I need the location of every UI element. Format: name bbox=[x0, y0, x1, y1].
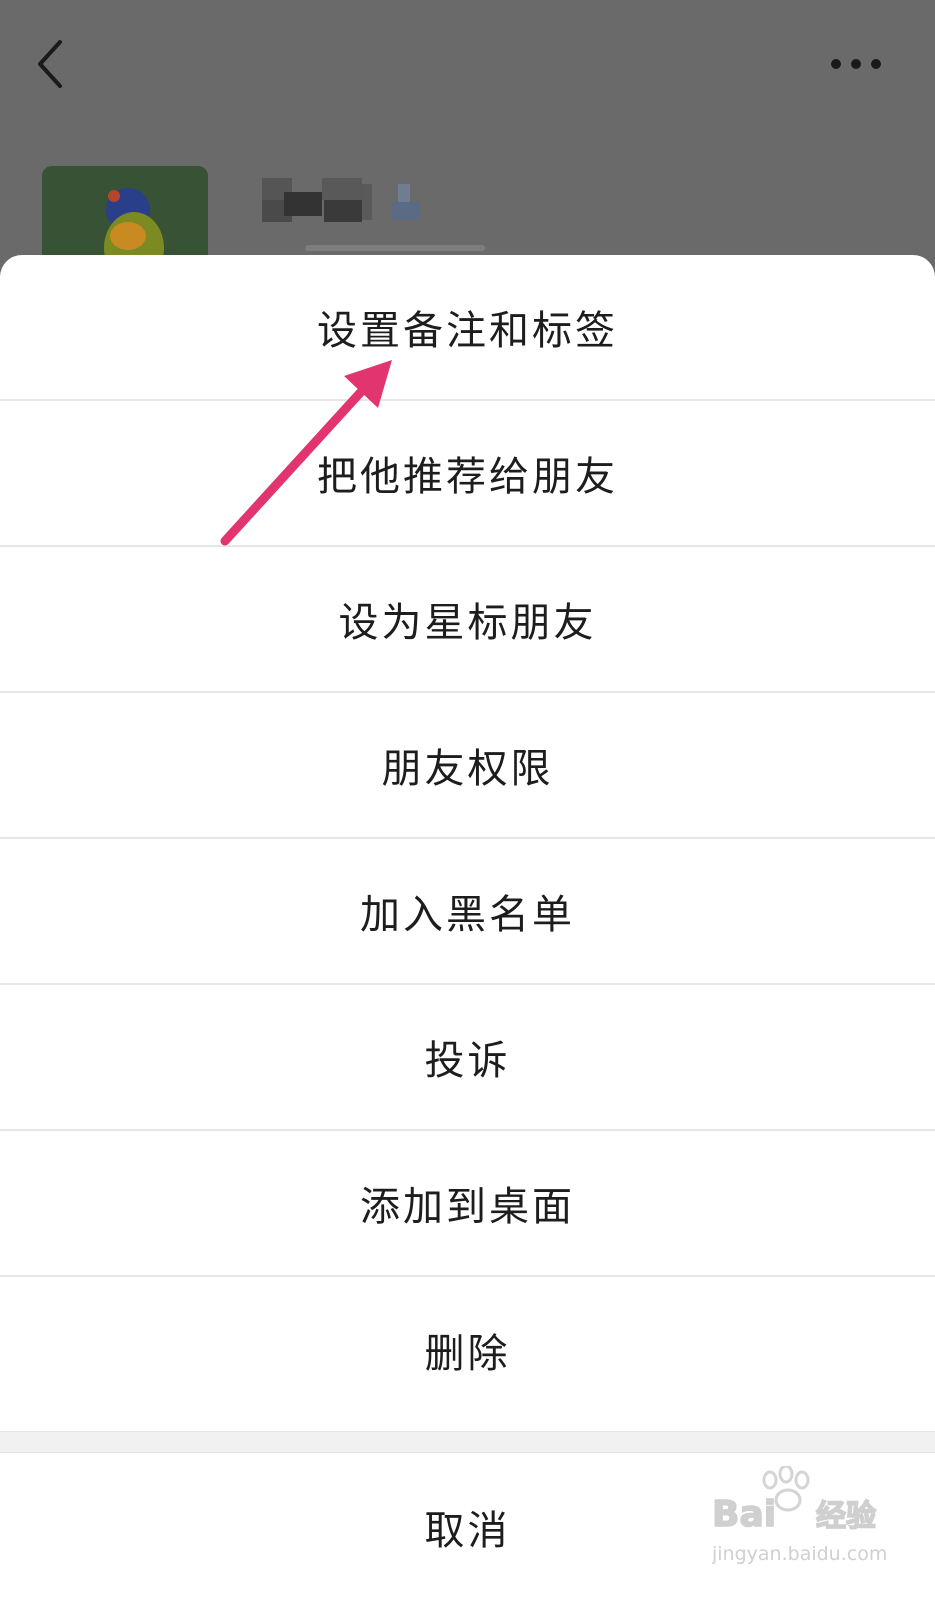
menu-item-add-to-desktop[interactable]: 添加到桌面 bbox=[0, 1131, 935, 1277]
watermark-brand: Bai bbox=[712, 1494, 776, 1535]
back-button[interactable] bbox=[28, 36, 76, 92]
screen: 设置备注和标签 把他推荐给朋友 设为星标朋友 朋友权限 加入黑名单 投诉 添加到… bbox=[0, 0, 935, 1600]
blurred-nickname bbox=[262, 170, 442, 236]
sheet-divider-gap bbox=[0, 1431, 935, 1453]
menu-item-add-to-blacklist[interactable]: 加入黑名单 bbox=[0, 839, 935, 985]
menu-item-delete[interactable]: 删除 bbox=[0, 1277, 935, 1423]
blurred-subtitle bbox=[305, 245, 485, 251]
menu-item-friend-permissions[interactable]: 朋友权限 bbox=[0, 693, 935, 839]
menu-item-set-remark-and-tags[interactable]: 设置备注和标签 bbox=[0, 255, 935, 401]
watermark-brand2: 经验 bbox=[816, 1499, 876, 1534]
back-arrow-icon bbox=[38, 40, 62, 88]
menu-item-set-star-friend[interactable]: 设为星标朋友 bbox=[0, 547, 935, 693]
menu-item-complain[interactable]: 投诉 bbox=[0, 985, 935, 1131]
watermark-url: jingyan.baidu.com bbox=[712, 1543, 887, 1565]
more-button[interactable] bbox=[830, 44, 894, 84]
menu-item-recommend-to-friend[interactable]: 把他推荐给朋友 bbox=[0, 401, 935, 547]
more-dots-icon bbox=[831, 59, 881, 69]
baidu-jingyan-watermark: Bai 经验 jingyan.baidu.com bbox=[711, 1464, 892, 1576]
action-sheet: 设置备注和标签 把他推荐给朋友 设为星标朋友 朋友权限 加入黑名单 投诉 添加到… bbox=[0, 255, 935, 1600]
